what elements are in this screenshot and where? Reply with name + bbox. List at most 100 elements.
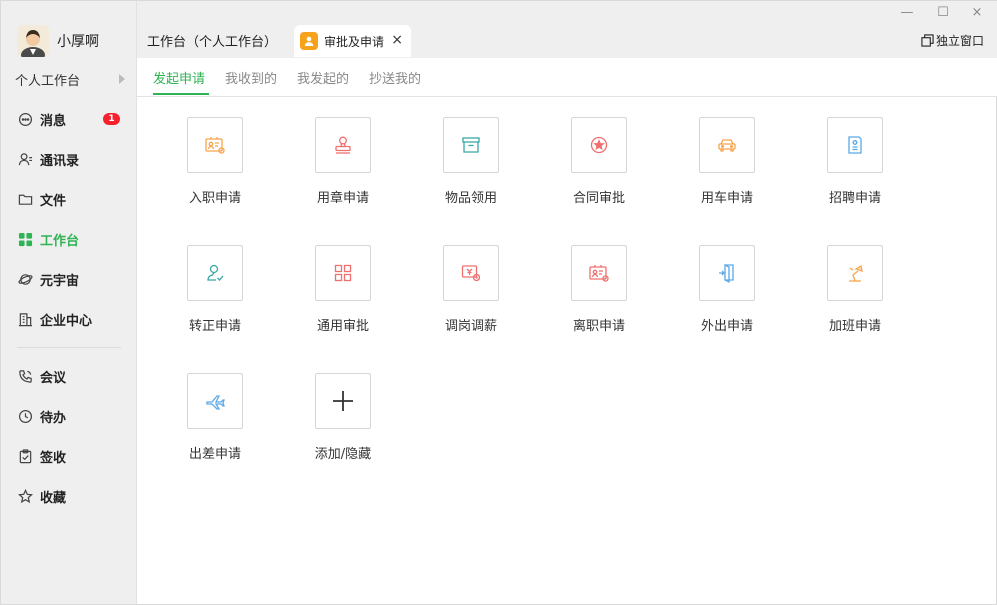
sidebar-item-metaverse[interactable]: 元宇宙	[1, 259, 137, 299]
workspace-label: 个人工作台	[15, 73, 81, 89]
app-label: 调岗调薪	[444, 319, 497, 334]
avatar[interactable]	[17, 25, 49, 57]
app-label: 入职申请	[188, 191, 241, 206]
sidebar: 小厚啊 个人工作台 消息 1 通讯录 文件 工作台 元宇宙 企业中心 会议 待办…	[1, 1, 137, 604]
archive-box-icon	[462, 137, 480, 153]
approval-app-icon	[300, 32, 318, 50]
app-seal[interactable]: 用章申请	[303, 117, 383, 206]
sidebar-item-todo[interactable]: 待办	[1, 396, 137, 436]
sidebar-item-meeting[interactable]: 会议	[1, 356, 137, 396]
app-label: 招聘申请	[828, 191, 881, 206]
app-label: 物品领用	[444, 191, 497, 206]
sidebar-item-workbench[interactable]: 工作台	[1, 219, 137, 259]
unread-badge: 1	[103, 113, 120, 125]
car-icon	[718, 139, 736, 152]
app-regularization[interactable]: 转正申请	[175, 245, 255, 334]
app-icon-box[interactable]	[827, 245, 883, 301]
app-label: 外出申请	[700, 319, 753, 334]
maximize-icon[interactable]: ☐	[933, 5, 953, 20]
app-icon-box[interactable]	[827, 117, 883, 173]
app-label: 用车申请	[700, 191, 753, 206]
app-icon-box[interactable]	[187, 373, 243, 429]
app-icon-box[interactable]	[443, 117, 499, 173]
sidebar-item-messages[interactable]: 消息 1	[1, 99, 137, 139]
app-label: 转正申请	[188, 319, 241, 334]
tab-approval[interactable]: 审批及申请 ×	[294, 25, 411, 57]
close-tab-icon[interactable]: ×	[391, 32, 403, 48]
standalone-window-button[interactable]: 独立窗口	[921, 32, 984, 49]
app-contract[interactable]: 合同审批	[559, 117, 639, 206]
app-recruit[interactable]: 招聘申请	[815, 117, 895, 206]
app-add-hide[interactable]: 添加/隐藏	[303, 373, 383, 462]
sidebar-item-label: 文件	[40, 193, 67, 209]
app-label: 添加/隐藏	[314, 447, 372, 462]
minimize-icon[interactable]: —	[897, 5, 917, 20]
app-resignation[interactable]: 离职申请	[559, 245, 639, 334]
subtab-received[interactable]: 我收到的	[225, 68, 277, 87]
subtab-initiate[interactable]: 发起申请	[153, 68, 205, 87]
sidebar-item-favorites[interactable]: 收藏	[1, 476, 137, 516]
active-tab-indicator	[153, 93, 209, 95]
app-label: 加班申请	[828, 319, 881, 334]
tab-workbench[interactable]: 工作台（个人工作台）	[147, 31, 277, 50]
sidebar-item-label: 待办	[40, 410, 67, 426]
star-icon	[17, 488, 33, 504]
app-label: 用章申请	[316, 191, 369, 206]
app-icon-box[interactable]	[315, 245, 371, 301]
desk-lamp-icon	[849, 264, 863, 282]
door-exit-icon	[719, 263, 734, 284]
workspace-switcher[interactable]: 个人工作台	[15, 69, 125, 89]
sidebar-item-label: 收藏	[40, 490, 67, 506]
app-label: 出差申请	[188, 447, 241, 462]
app-goods[interactable]: 物品领用	[431, 117, 511, 206]
sidebar-item-label: 企业中心	[40, 313, 93, 329]
sidebar-item-label: 签收	[40, 450, 67, 466]
subtab-initiated[interactable]: 我发起的	[297, 68, 349, 87]
apps-grid-icon	[334, 264, 352, 282]
sub-tabs: 发起申请 我收到的 我发起的 抄送我的	[137, 58, 997, 97]
app-icon-box[interactable]	[699, 245, 755, 301]
sidebar-divider	[17, 347, 121, 348]
sidebar-item-signoff[interactable]: 签收	[1, 436, 137, 476]
user-profile[interactable]: 小厚啊	[17, 25, 99, 57]
phone-icon	[17, 368, 33, 384]
app-transfer-salary[interactable]: 调岗调薪	[431, 245, 511, 334]
sidebar-item-enterprise[interactable]: 企业中心	[1, 299, 137, 339]
app-icon-box[interactable]	[443, 245, 499, 301]
app-car[interactable]: 用车申请	[687, 117, 767, 206]
app-label: 合同审批	[572, 191, 625, 206]
sidebar-item-contacts[interactable]: 通讯录	[1, 139, 137, 179]
app-icon-box[interactable]	[571, 117, 627, 173]
app-icon-box[interactable]	[315, 373, 371, 429]
app-outing[interactable]: 外出申请	[687, 245, 767, 334]
standalone-window-label: 独立窗口	[936, 34, 985, 48]
tab-bar: 工作台（个人工作台） 审批及申请 × — ☐ × 独立窗口	[137, 1, 997, 58]
close-window-icon[interactable]: ×	[967, 5, 987, 20]
app-icon-box[interactable]	[187, 245, 243, 301]
salary-icon	[461, 265, 481, 282]
id-card-icon	[205, 137, 225, 154]
folder-icon	[17, 191, 33, 207]
tab-approval-label: 审批及申请	[324, 34, 385, 49]
app-onboarding[interactable]: 入职申请	[175, 117, 255, 206]
app-business-trip[interactable]: 出差申请	[175, 373, 255, 462]
subtab-cc[interactable]: 抄送我的	[369, 68, 421, 87]
app-icon-box[interactable]	[187, 117, 243, 173]
user-check-icon	[207, 264, 224, 281]
plus-icon	[333, 391, 353, 411]
airplane-icon	[206, 395, 225, 410]
app-icon-box[interactable]	[315, 117, 371, 173]
chat-bubble-icon	[17, 111, 33, 127]
app-overtime[interactable]: 加班申请	[815, 245, 895, 334]
building-icon	[17, 311, 33, 327]
sidebar-item-label: 通讯录	[40, 153, 80, 169]
clipboard-check-icon	[17, 448, 33, 464]
stamp-icon	[335, 136, 351, 154]
app-icon-box[interactable]	[699, 117, 755, 173]
seal-star-icon	[590, 136, 608, 154]
sidebar-item-files[interactable]: 文件	[1, 179, 137, 219]
app-window: 小厚啊 个人工作台 消息 1 通讯录 文件 工作台 元宇宙 企业中心 会议 待办…	[0, 0, 997, 605]
app-general-approval[interactable]: 通用审批	[303, 245, 383, 334]
sidebar-item-label: 会议	[40, 370, 67, 386]
app-icon-box[interactable]	[571, 245, 627, 301]
